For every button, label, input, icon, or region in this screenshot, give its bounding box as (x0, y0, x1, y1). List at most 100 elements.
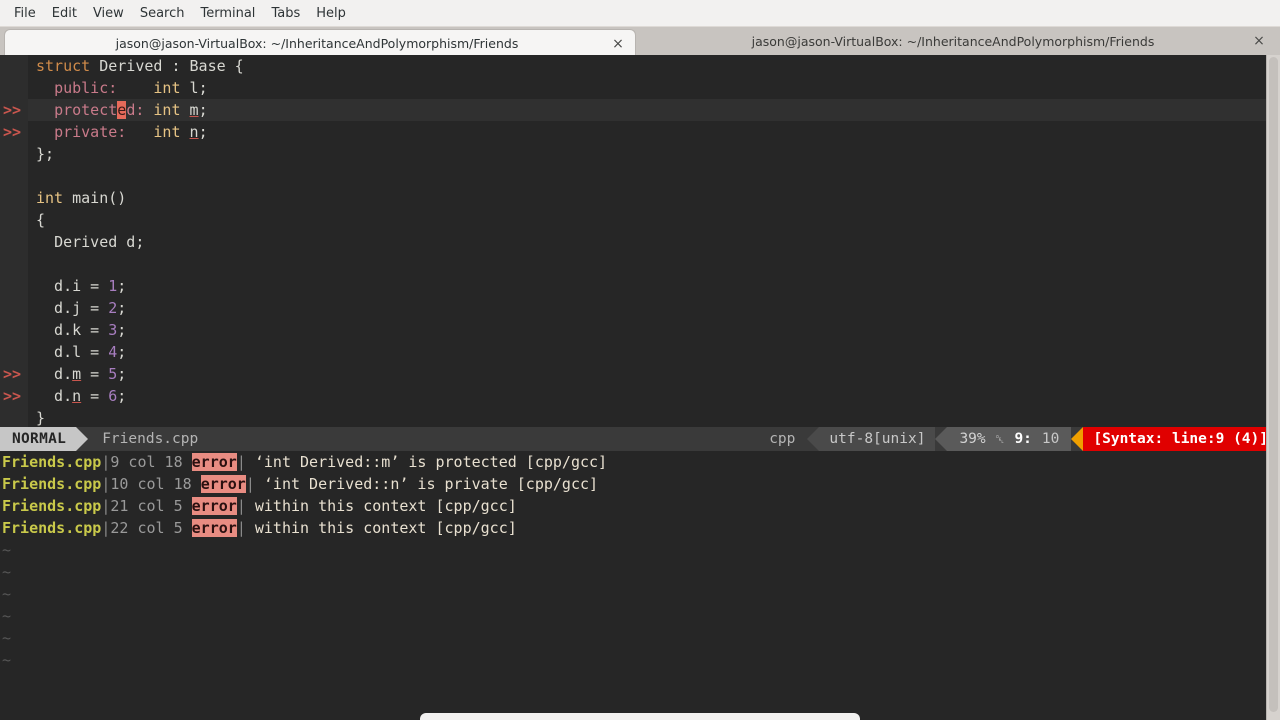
empty-line-marker: ~ (2, 541, 12, 559)
menu-item-edit[interactable]: Edit (44, 3, 85, 24)
code-token: 4 (108, 343, 118, 361)
code-token: int (153, 79, 181, 97)
code-token: int (36, 189, 64, 207)
code-token: m (189, 101, 199, 119)
loclist-position: 21 col 5 (110, 497, 192, 515)
code-line[interactable]: int main() (0, 187, 1280, 209)
code-line-text: public: int l; (28, 77, 208, 99)
code-line[interactable]: Derived d; (0, 231, 1280, 253)
sign-column (0, 297, 28, 319)
window-scrollbar[interactable] (1266, 55, 1280, 720)
menu-item-terminal[interactable]: Terminal (192, 3, 263, 24)
code-line[interactable]: d.l = 4; (0, 341, 1280, 363)
sign-column (0, 209, 28, 231)
code-token: 5 (108, 365, 118, 383)
code-line[interactable]: d.j = 2; (0, 297, 1280, 319)
sign-column (0, 407, 28, 429)
code-token: 2 (108, 299, 118, 317)
empty-line-marker: ~ (2, 563, 12, 581)
code-line[interactable] (0, 165, 1280, 187)
code-token: () (108, 189, 127, 207)
error-sign-icon: >> (0, 363, 28, 385)
terminal-window: File Edit View Search Terminal Tabs Help jason… (0, 0, 1280, 720)
code-token: d. (36, 387, 73, 405)
sign-column (0, 55, 28, 77)
terminal-tab-2[interactable]: jason@jason-VirtualBox: ~/InheritanceAnd… (636, 27, 1276, 55)
code-token: = (81, 387, 109, 405)
menu-item-file[interactable]: File (6, 3, 44, 24)
empty-line-marker: ~ (2, 585, 12, 603)
code-token: Derived (99, 57, 163, 75)
statusline-syntax-warning[interactable]: [Syntax: line:9 (4)] (1083, 427, 1280, 451)
code-line[interactable]: >> d.m = 5; (0, 363, 1280, 385)
text-cursor: e (117, 101, 127, 119)
code-line-text: } (28, 407, 45, 429)
tab-title: jason@jason-VirtualBox: ~/InheritanceAnd… (751, 33, 1155, 49)
code-line[interactable]: struct Derived : Base { (0, 55, 1280, 77)
loclist-row[interactable]: Friends.cpp|22 col 5 error| within this … (0, 517, 1280, 539)
code-line[interactable]: }; (0, 143, 1280, 165)
code-token: 3 (108, 321, 118, 339)
menu-item-view[interactable]: View (85, 3, 132, 24)
background-window-edge (420, 713, 860, 720)
code-token: n (189, 123, 199, 141)
close-icon[interactable]: × (611, 37, 625, 51)
code-token: { (225, 57, 244, 75)
code-token: ; (117, 365, 127, 383)
code-token: ; (198, 79, 208, 97)
code-line-text: d.n = 6; (28, 385, 126, 407)
error-sign-icon: >> (0, 99, 28, 121)
loclist-row[interactable]: Friends.cpp|9 col 18 error| ‘int Derived… (0, 451, 1280, 473)
code-token: private: (54, 123, 127, 141)
scroll-indicator-icon: ␡ (995, 432, 1005, 446)
code-line-text: protected: int m; (28, 99, 208, 121)
sign-column (0, 319, 28, 341)
code-line[interactable]: >> d.n = 6; (0, 385, 1280, 407)
statusline-mode: NORMAL (0, 427, 77, 451)
code-token: d.k = (36, 321, 109, 339)
menu-item-help[interactable]: Help (308, 3, 354, 24)
code-line[interactable]: >> protected: int m; (0, 99, 1280, 121)
code-line[interactable]: d.k = 3; (0, 319, 1280, 341)
statusline-pos-arrow (935, 427, 948, 451)
code-token: ; (117, 277, 127, 295)
code-line-text: d.m = 5; (28, 363, 126, 385)
error-sign-icon: >> (0, 121, 28, 143)
code-line[interactable]: d.i = 1; (0, 275, 1280, 297)
menu-item-search[interactable]: Search (132, 3, 193, 24)
code-line[interactable]: >> private: int n; (0, 121, 1280, 143)
empty-line-marker: ~ (2, 651, 12, 669)
code-line-text: d.j = 2; (28, 297, 126, 319)
loclist-row[interactable]: Friends.cpp|10 col 18 error| ‘int Derive… (0, 473, 1280, 495)
code-line-text: d.l = 4; (28, 341, 126, 363)
menu-item-tabs[interactable]: Tabs (263, 3, 308, 24)
loclist-separator-2: | (245, 475, 255, 493)
code-token: m (72, 365, 82, 383)
terminal-tab-1[interactable]: jason@jason-VirtualBox: ~/InheritanceAnd… (4, 29, 636, 57)
vim-statusline: NORMAL Friends.cpp cpp utf-8[unix] 39% ␡… (0, 427, 1280, 451)
statusline-encoding: utf-8[unix] (819, 427, 936, 451)
loclist-message: ‘int Derived::m’ is protected [cpp/gcc] (245, 453, 608, 471)
code-line-text: Derived d; (28, 231, 144, 253)
loclist-separator-2: | (236, 453, 246, 471)
loclist-error-badge: error (191, 519, 237, 537)
code-line[interactable]: } (0, 407, 1280, 429)
code-token: d.l = (36, 343, 109, 361)
scrollbar-thumb[interactable] (1269, 57, 1278, 712)
code-line[interactable] (0, 253, 1280, 275)
statusline-warn-arrow (1071, 427, 1084, 451)
loclist-row[interactable]: Friends.cpp|21 col 5 error| within this … (0, 495, 1280, 517)
sign-column (0, 77, 28, 99)
code-token: : (162, 57, 190, 75)
close-icon[interactable]: × (1252, 34, 1266, 48)
code-line[interactable]: { (0, 209, 1280, 231)
location-list[interactable]: Friends.cpp|9 col 18 error| ‘int Derived… (0, 451, 1280, 678)
code-line[interactable]: public: int l; (0, 77, 1280, 99)
statusline-column: 10 (1041, 431, 1060, 447)
sign-column (0, 341, 28, 363)
code-buffer[interactable]: struct Derived : Base { public: int l; >>… (0, 55, 1280, 429)
code-token: d.j = (36, 299, 109, 317)
